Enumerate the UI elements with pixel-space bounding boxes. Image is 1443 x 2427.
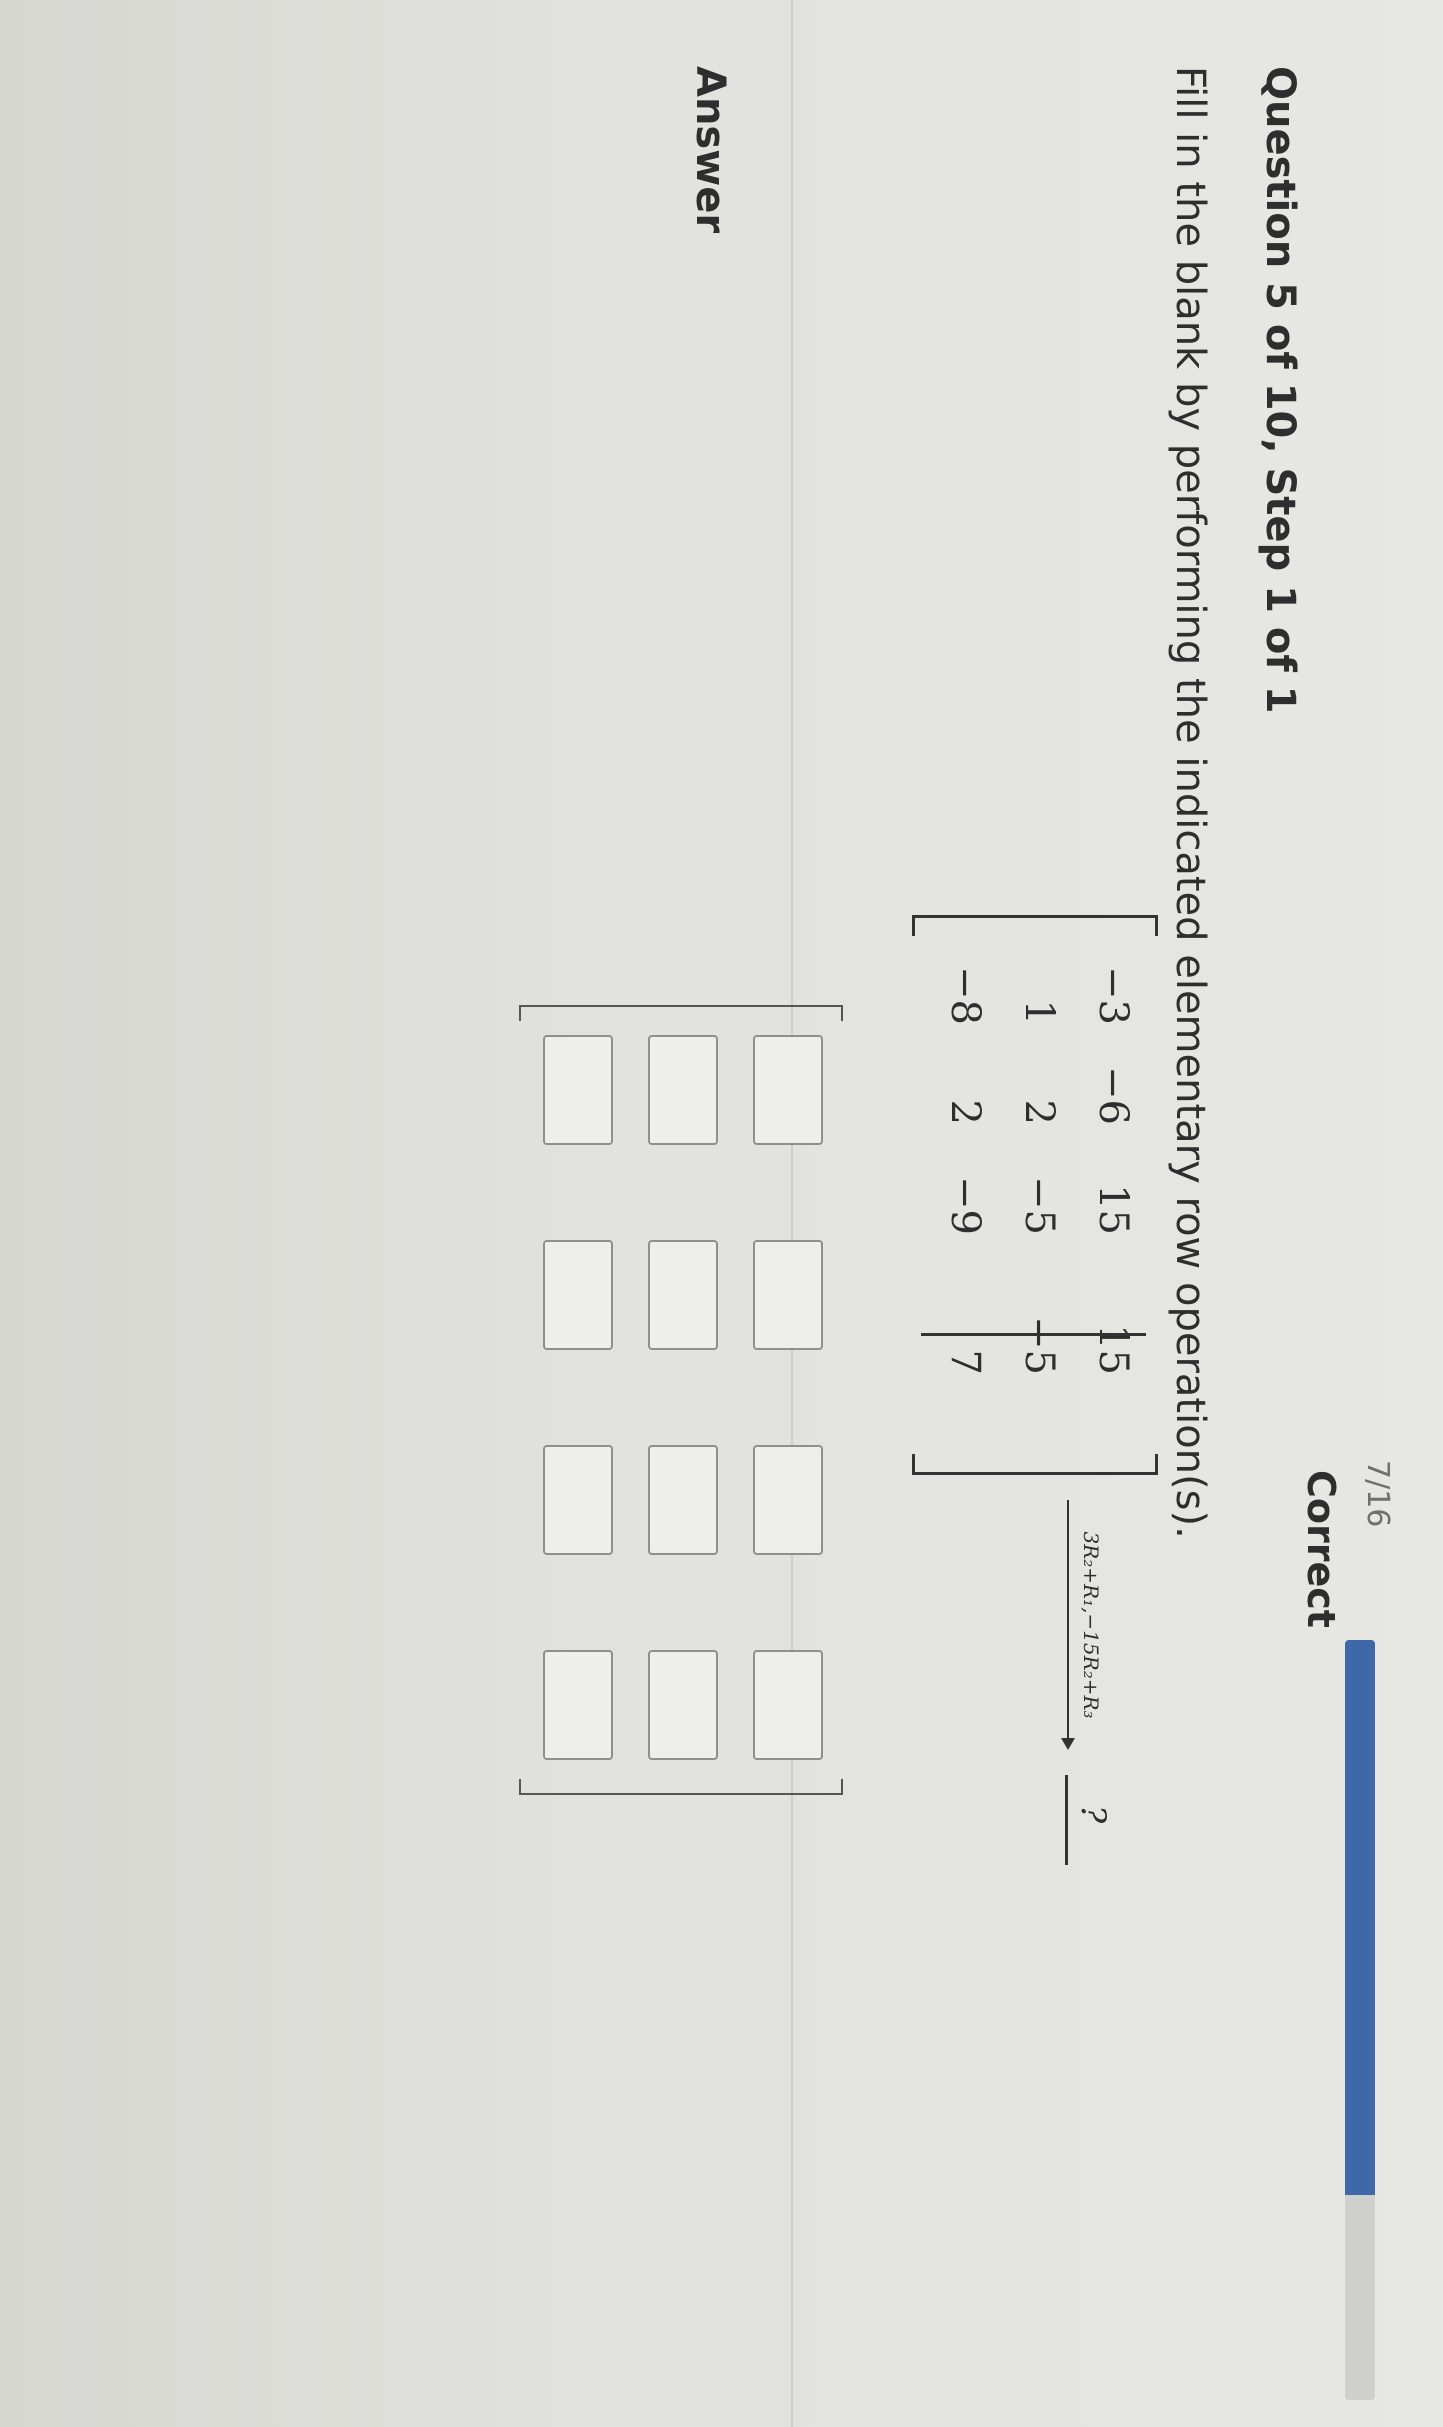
blank-underline <box>1065 1775 1068 1865</box>
matrix-cell: 1 <box>1016 999 1062 1025</box>
progress-bar-fill <box>1345 1640 1375 2195</box>
matrix-cell: −6 <box>1090 1066 1136 1125</box>
arrow-right-icon <box>1061 1500 1075 1750</box>
matrix-row: −3 −6 15 15 <box>1076 945 1150 1445</box>
rotated-photo-frame: Question 5 of 10, Step 1 of 1 7/16 Corre… <box>0 0 1443 2427</box>
matrix-cell: 2 <box>942 1099 988 1125</box>
answer-cell-input[interactable] <box>753 1035 823 1145</box>
answer-cell-input[interactable] <box>753 1240 823 1350</box>
answer-matrix <box>513 1005 843 1795</box>
row-operation-label: 3R₂+R₁,−15R₂+R₃ <box>1079 1531 1103 1719</box>
matrix-row: −8 2 −9 7 <box>928 945 1002 1445</box>
answer-cell-input[interactable] <box>543 1650 613 1760</box>
answer-left-bracket <box>519 1005 843 1021</box>
status-text: Correct <box>1299 1470 1343 1628</box>
question-title: Question 5 of 10, Step 1 of 1 <box>1257 66 1303 714</box>
progress-bar <box>1345 1640 1375 2400</box>
question-prompt: Fill in the blank by performing the indi… <box>1167 66 1213 1539</box>
matrix-grid: −3 −6 15 15 1 2 −5 −5 −8 2 −9 7 <box>928 945 1150 1445</box>
matrix-right-bracket <box>912 1454 1158 1475</box>
row-operation: 3R₂+R₁,−15R₂+R₃ <box>1061 1500 1103 1750</box>
answer-cell-input[interactable] <box>753 1445 823 1555</box>
answer-cell-input[interactable] <box>648 1445 718 1555</box>
answer-cell-input[interactable] <box>543 1035 613 1145</box>
matrix-cell: −9 <box>942 1176 988 1235</box>
answer-cell-input[interactable] <box>753 1650 823 1760</box>
answer-label: Answer <box>687 66 733 234</box>
answer-cell-input[interactable] <box>648 1240 718 1350</box>
augment-divider <box>921 1333 1146 1336</box>
matrix-cell: 2 <box>1016 1099 1062 1125</box>
matrix-cell: −5 <box>1016 1176 1062 1235</box>
question-card: Question 5 of 10, Step 1 of 1 7/16 Corre… <box>0 0 1443 2427</box>
matrix-cell: 15 <box>1090 1184 1136 1235</box>
progress-count: 7/16 <box>1360 1460 1395 1528</box>
matrix-row: 1 2 −5 −5 <box>1002 945 1076 1445</box>
matrix-cell: −3 <box>1090 966 1136 1025</box>
answer-cell-input[interactable] <box>543 1445 613 1555</box>
matrix-left-bracket <box>912 915 1158 936</box>
augmented-matrix: −3 −6 15 15 1 2 −5 −5 −8 2 −9 7 <box>912 915 1158 1475</box>
blank-placeholder: ? <box>1073 1805 1113 1824</box>
answer-cell-input[interactable] <box>648 1035 718 1145</box>
matrix-cell: −8 <box>942 966 988 1025</box>
answer-cell-input[interactable] <box>648 1650 718 1760</box>
answer-right-bracket <box>519 1779 843 1795</box>
answer-cell-input[interactable] <box>543 1240 613 1350</box>
